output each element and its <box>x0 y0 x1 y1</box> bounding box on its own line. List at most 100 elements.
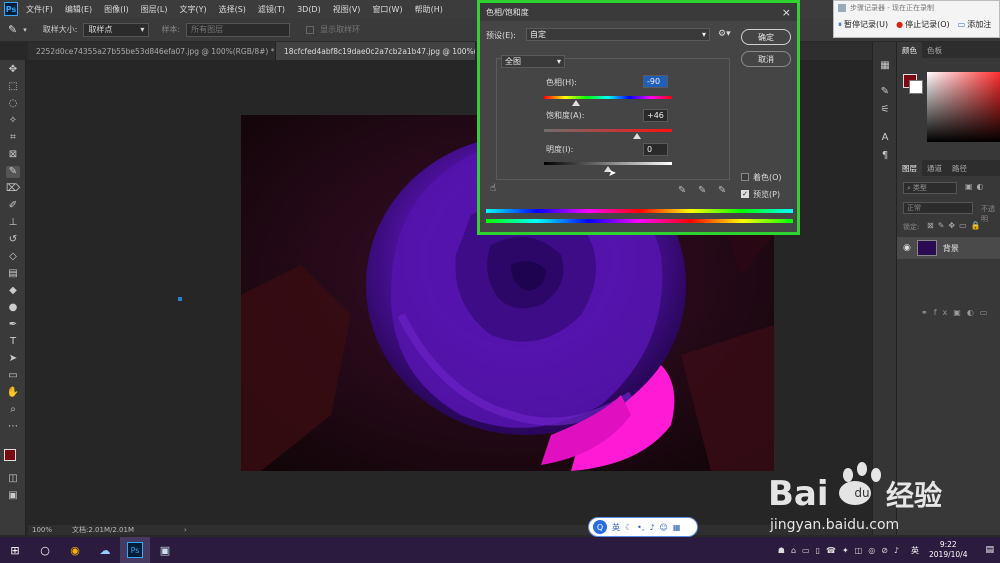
preset-select[interactable]: 自定 ▾ <box>526 28 710 41</box>
brush-tool-icon[interactable]: ✐ <box>6 200 20 212</box>
blend-mode-select[interactable]: 正常 <box>903 202 973 214</box>
learn-panel-icon[interactable]: ▦ <box>878 60 892 72</box>
emoji-icon[interactable]: ☺ <box>660 523 668 532</box>
character-panel-icon[interactable]: A <box>878 132 892 144</box>
app-icon[interactable]: ☁ <box>90 537 120 563</box>
visibility-eye-icon[interactable]: ◉ <box>903 243 911 253</box>
cancel-button[interactable]: 取消 <box>741 51 791 67</box>
notification-icon[interactable]: ▤ <box>985 545 994 555</box>
menu-help[interactable]: 帮助(H) <box>415 4 443 15</box>
photoshop-taskbar-icon[interactable]: Ps <box>120 537 150 563</box>
saturation-slider-track[interactable] <box>544 129 672 132</box>
sample-select[interactable]: 所有图层 <box>186 22 291 37</box>
hue-slider-track[interactable] <box>544 96 672 99</box>
lightness-slider-track[interactable] <box>544 162 672 165</box>
tool-preset-chevron-icon[interactable]: ▾ <box>23 26 27 34</box>
crop-tool-icon[interactable]: ⌗ <box>6 132 20 144</box>
type-tool-icon[interactable]: T <box>6 336 20 348</box>
menu-file[interactable]: 文件(F) <box>26 4 53 15</box>
eyedropper-icon[interactable]: ✎ <box>678 185 686 196</box>
menu-filter[interactable]: 滤镜(T) <box>258 4 285 15</box>
menu-edit[interactable]: 编辑(E) <box>65 4 92 15</box>
dodge-tool-icon[interactable]: ● <box>6 302 20 314</box>
eraser-tool-icon[interactable]: ◇ <box>6 251 20 263</box>
chrome-icon[interactable]: ◉ <box>60 537 90 563</box>
windows-start-icon[interactable]: ⊞ <box>0 537 30 563</box>
blur-tool-icon[interactable]: ◆ <box>6 285 20 297</box>
zoom-tool-icon[interactable]: ⌕ <box>6 404 20 416</box>
steps-recorder-taskbar-icon[interactable]: ▣ <box>150 537 180 563</box>
menu-layer[interactable]: 图层(L) <box>141 4 168 15</box>
more-tools-icon[interactable]: ⋯ <box>6 421 20 433</box>
channel-select[interactable]: 全图 ▾ <box>501 55 565 68</box>
show-ring-checkbox[interactable] <box>306 25 315 34</box>
status-arrow-icon[interactable]: › <box>184 526 187 534</box>
ime-logo-icon[interactable]: Q <box>593 520 607 534</box>
color-picker-field[interactable] <box>927 72 1000 142</box>
eyedropper-icon[interactable]: ✎ <box>8 23 17 36</box>
close-icon[interactable]: × <box>782 6 791 19</box>
pen-tool-icon[interactable]: ✒ <box>6 319 20 331</box>
adjustments-icon[interactable]: ⚟ <box>878 104 892 116</box>
stop-recording-button[interactable]: ● 停止记录(O) <box>896 19 950 30</box>
rectangle-tool-icon[interactable]: ▭ <box>6 370 20 382</box>
history-brush-tool-icon[interactable]: ↺ <box>6 234 20 246</box>
tray-icons[interactable]: ☗⌂▭▯☎✦◫◎⊘♪ <box>778 546 905 555</box>
preset-options-gear-icon[interactable]: ⚙▾ <box>718 29 731 39</box>
gradient-tool-icon[interactable]: ▤ <box>6 268 20 280</box>
clock[interactable]: 9:22 2019/10/4 <box>929 540 967 560</box>
path-selection-tool-icon[interactable]: ➤ <box>6 353 20 365</box>
tab-paths[interactable]: 路径 <box>947 160 972 176</box>
eyedropper-minus-icon[interactable]: ✎ <box>718 185 726 196</box>
hue-input[interactable]: -90 <box>643 75 668 88</box>
tab-document-1[interactable]: 2252d0ce74355a27b55be53d846efa07.jpg @ 1… <box>28 42 276 60</box>
ok-button[interactable]: 确定 <box>741 29 791 45</box>
targeted-adjustment-hand-icon[interactable]: ☝ <box>490 183 496 194</box>
lock-icons[interactable]: ⊠✎✥▭🔒 <box>927 221 985 230</box>
menu-window[interactable]: 窗口(W) <box>372 4 402 15</box>
sample-size-select[interactable]: 取样点 ▾ <box>83 22 150 37</box>
quick-mask-icon[interactable]: ◫ <box>6 473 20 485</box>
marquee-tool-icon[interactable]: ⬚ <box>6 81 20 93</box>
tab-layers[interactable]: 图层 <box>897 160 922 176</box>
dialog-title-bar[interactable]: 色相/饱和度 × <box>480 3 797 21</box>
saturation-input[interactable]: +46 <box>643 109 668 122</box>
hue-slider-thumb[interactable] <box>572 100 580 106</box>
layer-footer-icons[interactable]: ⚭fx▣◐▭ <box>921 308 993 317</box>
eyedropper-tool-icon[interactable]: ✎ <box>6 166 20 178</box>
tab-document-2[interactable]: 18cfcfed4abf8c19dae0c2a7cb2a1b47.jpg @ 1… <box>276 42 476 60</box>
foreground-color-swatch[interactable] <box>4 449 16 461</box>
screen-mode-icon[interactable]: ▣ <box>6 490 20 502</box>
tab-swatches[interactable]: 色板 <box>922 42 947 58</box>
layer-name[interactable]: 背景 <box>943 243 959 254</box>
tab-channels[interactable]: 通道 <box>922 160 947 176</box>
eyedropper-plus-icon[interactable]: ✎ <box>698 185 706 196</box>
cortana-search-icon[interactable]: ○ <box>30 537 60 563</box>
menu-3d[interactable]: 3D(D) <box>297 5 321 14</box>
colorize-checkbox[interactable] <box>741 173 749 181</box>
color-panel-background-swatch[interactable] <box>909 80 923 94</box>
lasso-tool-icon[interactable]: ◌ <box>6 98 20 110</box>
punctuation-icon[interactable]: •, <box>637 523 644 532</box>
preview-checkbox[interactable]: ✓ <box>741 190 749 198</box>
clone-stamp-tool-icon[interactable]: ⊥ <box>6 217 20 229</box>
add-comment-button[interactable]: ▭ 添加注 <box>958 19 992 30</box>
zoom-level[interactable]: 100% <box>32 526 52 534</box>
hand-tool-icon[interactable]: ✋ <box>6 387 20 399</box>
menu-image[interactable]: 图像(I) <box>104 4 129 15</box>
tab-color[interactable]: 颜色 <box>897 42 922 58</box>
menu-type[interactable]: 文字(Y) <box>179 4 206 15</box>
moon-icon[interactable]: ☾ <box>625 523 632 532</box>
saturation-slider-thumb[interactable] <box>633 133 642 139</box>
layer-filter-select[interactable]: ⌕ 类型 <box>903 182 957 194</box>
menu-select[interactable]: 选择(S) <box>219 4 246 15</box>
frame-tool-icon[interactable]: ⊠ <box>6 149 20 161</box>
paragraph-panel-icon[interactable]: ¶ <box>878 150 892 162</box>
move-tool-icon[interactable]: ✥ <box>6 64 20 76</box>
magic-wand-tool-icon[interactable]: ✧ <box>6 115 20 127</box>
healing-brush-tool-icon[interactable]: ⌦ <box>6 183 20 195</box>
ime-mode[interactable]: 英 <box>612 522 620 533</box>
pause-recording-button[interactable]: ⏸ 暂停记录(U) <box>838 19 888 30</box>
brush-settings-icon[interactable]: ✎ <box>878 86 892 98</box>
menu-view[interactable]: 视图(V) <box>333 4 361 15</box>
